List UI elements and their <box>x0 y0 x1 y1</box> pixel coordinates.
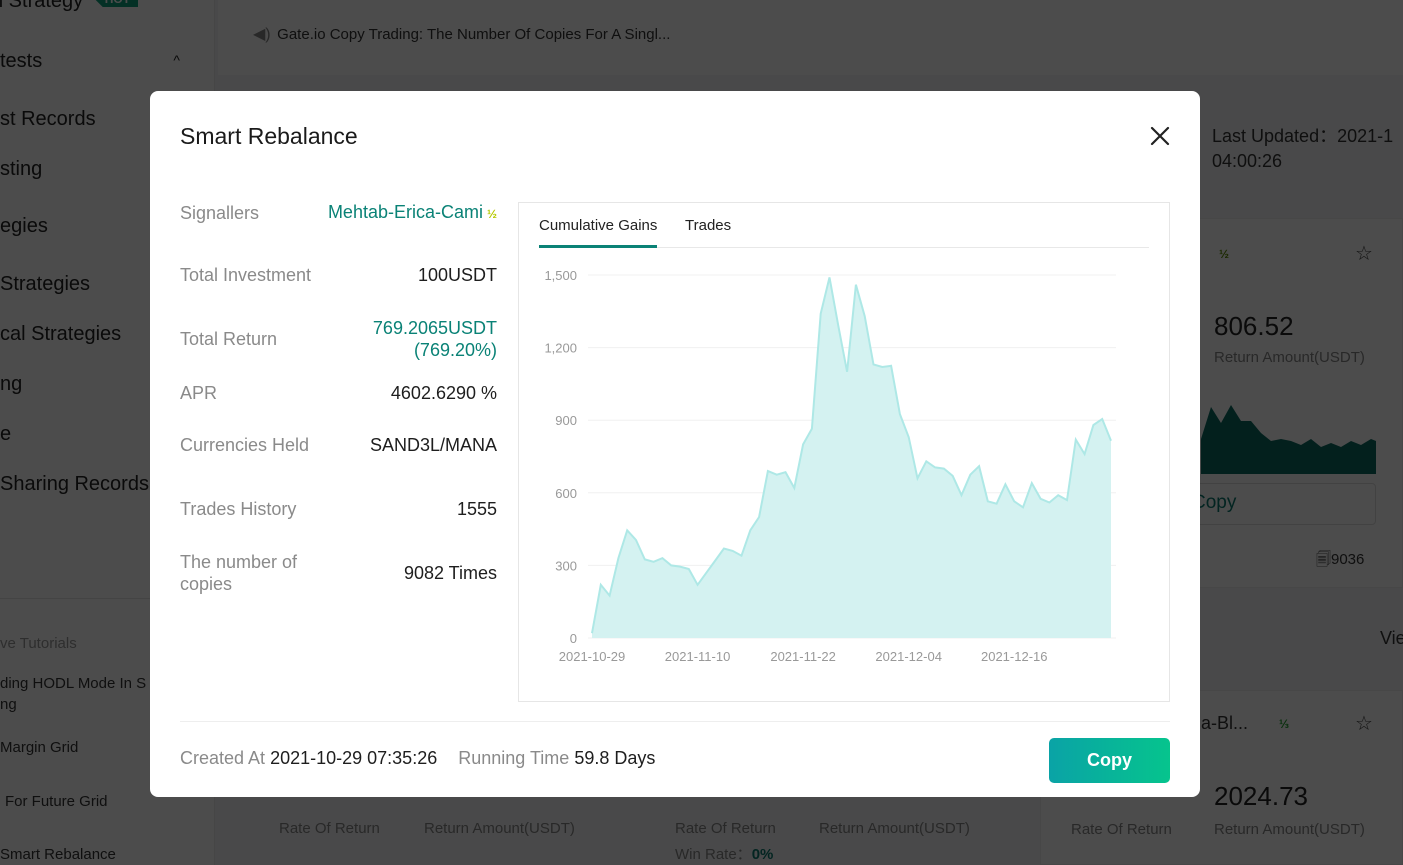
y-tick-label: 300 <box>555 558 577 573</box>
running-time-label: Running Time <box>458 748 570 768</box>
modal-footer: Created At 2021-10-29 07:35:26 Running T… <box>180 748 671 769</box>
x-tick-label: 2021-11-10 <box>665 649 731 664</box>
tab-cumulative-gains[interactable]: Cumulative Gains <box>539 217 658 248</box>
modal-title: Smart Rebalance <box>180 123 358 149</box>
y-tick-label: 600 <box>555 486 577 501</box>
y-tick-label: 1,200 <box>544 341 577 356</box>
info-label: Total Investment <box>180 265 312 285</box>
x-tick-label: 2021-10-29 <box>559 649 626 664</box>
y-tick-label: 0 <box>570 631 577 646</box>
info-label: Signallers <box>180 203 260 223</box>
signaller-name[interactable]: Mehtab-Erica-Cami <box>328 202 483 222</box>
info-row-trades-history: Trades History 1555 <box>180 487 497 531</box>
signaller-link[interactable]: Mehtab-Erica-Cami ½ <box>328 201 497 225</box>
verified-badge: ½ <box>486 207 497 221</box>
cumulative-gains-chart: 0 300 600 900 1,200 1,500 2021-10-29 2021-11-10… <box>544 268 1116 664</box>
info-row-copies: The number of copies 9082 Times <box>180 551 497 595</box>
info-row-total-investment: Total Investment 100USDT <box>180 253 497 297</box>
info-label: Currencies Held <box>180 435 310 455</box>
info-value: 4602.6290 % <box>390 383 497 403</box>
x-tick-label: 2021-11-22 <box>770 649 836 664</box>
info-label: Total Return <box>180 329 278 349</box>
y-tick-label: 900 <box>555 413 577 428</box>
created-at-label: Created At <box>180 748 266 768</box>
info-value: SAND3L/MANA <box>369 435 497 455</box>
close-button[interactable] <box>1148 124 1172 148</box>
x-tick-label: 2021-12-16 <box>981 649 1048 664</box>
info-row-apr: APR 4602.6290 % <box>180 381 497 405</box>
running-time-value: 59.8 Days <box>574 748 656 768</box>
info-value: 9082 Times <box>403 563 497 583</box>
y-tick-label: 1,500 <box>544 268 577 283</box>
copy-button[interactable]: Copy <box>1049 738 1170 783</box>
info-row-total-return: Total Return 769.2065USDT (769.20%) <box>180 317 497 361</box>
footer-divider <box>180 721 1170 722</box>
info-label: APR <box>180 383 218 403</box>
chart-panel: Cumulative Gains Trades 0 300 600 900 1,200 1… <box>518 202 1170 702</box>
tab-trades[interactable]: Trades <box>685 217 731 234</box>
x-tick-label: 2021-12-04 <box>875 649 942 664</box>
chart-tabs: Cumulative Gains Trades <box>539 203 1149 248</box>
created-at-value: 2021-10-29 07:35:26 <box>270 748 438 768</box>
info-value: 100USDT <box>417 265 497 285</box>
close-icon <box>1150 126 1170 146</box>
info-label: Trades History <box>180 499 297 519</box>
info-value: 769.2065USDT (769.20%) <box>372 318 497 360</box>
info-label: The number of copies <box>180 552 298 594</box>
info-value: 1555 <box>456 499 497 519</box>
info-row-signallers: Signallers Mehtab-Erica-Cami ½ <box>180 201 497 225</box>
info-row-currencies-held: Currencies Held SAND3L/MANA <box>180 423 497 467</box>
strategy-detail-modal: Smart Rebalance Signallers Mehtab-Erica-… <box>150 91 1200 797</box>
